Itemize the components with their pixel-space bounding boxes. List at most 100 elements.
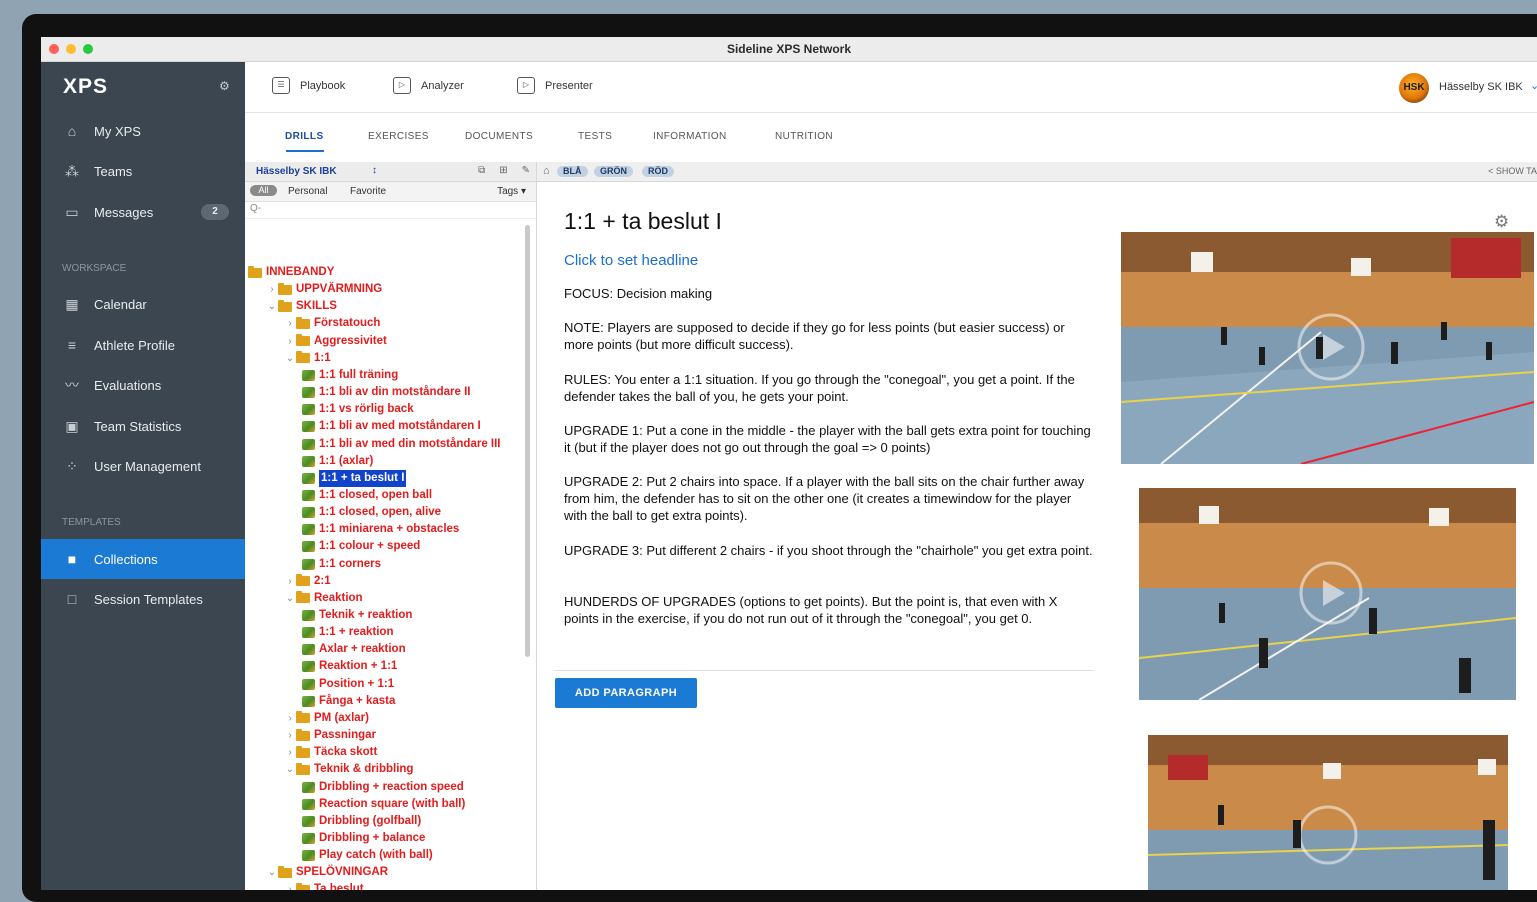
filter-favorite[interactable]: Favorite [350,186,386,197]
tree-drill[interactable]: 1:1 closed, open, alive [302,504,441,521]
tab-exercises[interactable]: EXERCISES [368,131,429,142]
tree-folder[interactable]: ⌄ SPELÖVNINGAR [266,864,388,881]
tag-bla[interactable]: BLÅ [557,166,588,177]
chevron-right-icon[interactable]: › [284,881,296,890]
tree-drill[interactable]: Dribbling + balance [302,830,425,847]
chevron-right-icon[interactable]: › [266,281,278,298]
tree-drill[interactable]: 1:1 bli av med motståndaren I [302,418,481,435]
chevron-right-icon[interactable]: › [284,315,296,332]
tab-tests[interactable]: TESTS [578,131,612,142]
headline-prompt[interactable]: Click to set headline [564,252,698,269]
tab-drills[interactable]: DRILLS [285,131,324,142]
sidebar-item-calendar[interactable]: ▦ Calendar [41,285,245,323]
tree-folder[interactable]: › Ta beslut [284,881,364,890]
share-icon[interactable]: ⧉ [478,165,485,176]
drill-paragraph[interactable]: HUNDERDS OF UPGRADES (options to get poi… [564,593,1094,627]
team-selector[interactable]: Hässelby SK IBK [256,166,337,177]
tab-nutrition[interactable]: NUTRITION [775,131,833,142]
sidebar-item-teams[interactable]: ⁂ Teams [41,152,245,190]
filter-personal[interactable]: Personal [288,186,327,197]
tree-drill[interactable]: 1:1 (axlar) [302,453,373,470]
tree-folder[interactable]: ⌄ Teknik & dribbling [284,761,413,778]
tree-drill[interactable]: Reaktion + 1:1 [302,658,397,675]
tree-folder[interactable]: ⌄ Reaktion [284,590,363,607]
tree-folder[interactable]: › Förstatouch [284,315,380,332]
tree-folder[interactable]: ⌄ SKILLS [266,298,337,315]
drill-paragraph[interactable]: UPGRADE 1: Put a cone in the middle - th… [564,422,1094,456]
filter-tags[interactable]: Tags ▾ [497,186,526,197]
sidebar-item-evaluations[interactable]: 〰 Evaluations [41,366,245,404]
tag-rod[interactable]: RÖD [642,166,674,177]
tree-drill[interactable]: 1:1 vs rörlig back [302,401,414,418]
drill-paragraph[interactable]: UPGRADE 3: Put different 2 chairs - if y… [564,542,1094,559]
tree-drill[interactable]: Play catch (with ball) [302,847,433,864]
show-tags-toggle[interactable]: < SHOW TA [1488,166,1537,176]
gear-icon[interactable]: ⚙ [1494,212,1509,232]
sidebar-item-team-statistics[interactable]: ▣ Team Statistics [41,407,245,445]
tree-search-input[interactable]: Q- [245,202,536,219]
analyzer-button[interactable]: ▷ Analyzer [393,77,464,94]
filter-all[interactable]: All [250,185,277,196]
club-name[interactable]: Hässelby SK IBK [1439,81,1523,93]
tree-drill[interactable]: Teknik + reaktion [302,607,412,624]
chevron-down-icon[interactable]: ⌄ [284,590,296,607]
tree-drill[interactable]: 1:1 corners [302,556,381,573]
tree-drill[interactable]: 1:1 colour + speed [302,538,420,555]
new-item-icon[interactable]: ⊞ [499,165,507,176]
chevron-down-icon[interactable]: ⌄ [266,864,278,881]
tree-folder[interactable]: ⌄ 1:1 [284,350,331,367]
chevron-right-icon[interactable]: › [284,333,296,350]
tab-documents[interactable]: DOCUMENTS [465,131,533,142]
chevron-down-icon[interactable]: ⌄ [266,298,278,315]
tree-drill[interactable]: Fånga + kasta [302,693,395,710]
sidebar-item-messages[interactable]: ▭ Messages 2 [41,193,245,231]
chevron-right-icon[interactable]: › [284,727,296,744]
sidebar-item-user-management[interactable]: ⁘ User Management [41,447,245,485]
sidebar-item-collections[interactable]: ■ Collections [41,539,245,579]
tree-scrollbar[interactable] [525,225,530,657]
sidebar-item-my-xps[interactable]: ⌂ My XPS [41,112,245,150]
tree-folder[interactable]: › UPPVÄRMNING [266,281,382,298]
add-paragraph-button[interactable]: ADD PARAGRAPH [555,678,697,708]
tree-drill[interactable]: 1:1 bli av din motståndare II [302,384,470,401]
chevron-right-icon[interactable]: › [284,573,296,590]
tree-drill[interactable]: 1:1 miniarena + obstacles [302,521,459,538]
tree-drill[interactable]: 1:1 full träning [302,367,398,384]
drill-video-thumbnail[interactable] [1139,488,1516,700]
sidebar-item-session-templates[interactable]: □ Session Templates [41,580,245,618]
drill-title[interactable]: 1:1 + ta beslut I [564,208,722,235]
drill-paragraph[interactable]: UPGRADE 2: Put 2 chairs into space. If a… [564,473,1094,524]
tree-folder[interactable]: › 2:1 [284,573,331,590]
drill-paragraph[interactable]: FOCUS: Decision making [564,285,1094,302]
updown-icon[interactable]: ↕ [372,165,377,176]
tree-drill[interactable]: 1:1 closed, open ball [302,487,432,504]
gear-icon[interactable]: ⚙ [219,79,230,93]
edit-icon[interactable]: ✎ [522,165,530,176]
tree-folder[interactable]: › PM (axlar) [284,710,369,727]
tree-folder[interactable]: › Täcka skott [284,744,377,761]
tree-folder[interactable]: INNEBANDY [248,264,334,281]
chevron-down-icon[interactable]: ⌄ [284,350,296,367]
sidebar-item-athlete-profile[interactable]: ≡ Athlete Profile [41,326,245,364]
tree-drill[interactable]: Dribbling (golfball) [302,813,421,830]
chevron-down-icon[interactable]: ⌄ [284,761,296,778]
chevron-right-icon[interactable]: › [284,710,296,727]
tree-drill[interactable]: 1:1 bli av med din motståndare III [302,436,501,453]
club-logo[interactable]: HSK [1399,73,1429,103]
tree-drill[interactable]: 1:1 + reaktion [302,624,393,641]
tab-information[interactable]: INFORMATION [653,131,727,142]
tree-drill[interactable]: Reaction square (with ball) [302,796,465,813]
tree-drill[interactable]: Dribbling + reaction speed [302,779,464,796]
chevron-down-icon[interactable]: ⌄ [1530,79,1537,92]
tree-drill[interactable]: 1:1 + ta beslut I [302,469,407,487]
tree-folder[interactable]: › Passningar [284,727,376,744]
presenter-button[interactable]: ▷ Presenter [517,77,593,94]
tree-folder[interactable]: › Aggressivitet [284,333,387,350]
tag-gron[interactable]: GRÖN [594,166,633,177]
tree-drill[interactable]: Position + 1:1 [302,676,394,693]
drill-paragraph[interactable]: RULES: You enter a 1:1 situation. If you… [564,371,1094,405]
drill-paragraph[interactable]: NOTE: Players are supposed to decide if … [564,319,1094,353]
playbook-button[interactable]: ☰ Playbook [272,77,345,94]
drill-video-thumbnail[interactable] [1148,735,1508,890]
chevron-right-icon[interactable]: › [284,744,296,761]
